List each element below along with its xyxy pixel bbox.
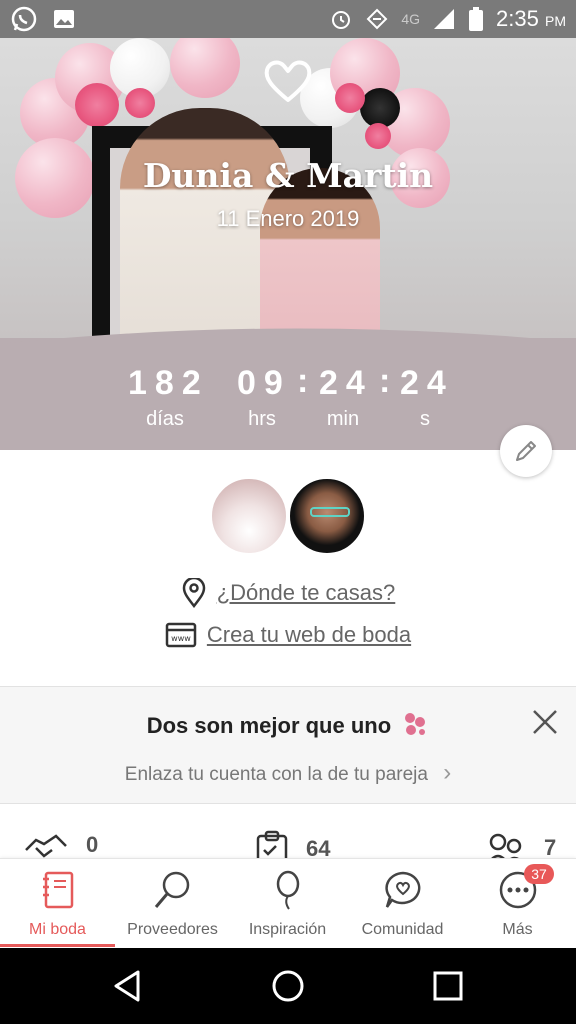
promo-title: Dos son mejor que uno xyxy=(0,711,576,739)
countdown-seconds: 24 xyxy=(400,364,454,402)
countdown-separator: : xyxy=(379,362,391,400)
countdown-seconds-label: s xyxy=(420,408,430,430)
signal-icon xyxy=(434,9,455,29)
recents-icon[interactable] xyxy=(428,966,468,1006)
hero-section: Dunia & Martin 11 Enero 2019 182 09 : 24… xyxy=(0,38,576,450)
avatar-partner-1[interactable] xyxy=(209,476,289,556)
system-nav-bar xyxy=(0,948,576,1024)
heart-logo-icon xyxy=(264,60,312,102)
notebook-icon xyxy=(43,871,74,909)
battery-icon xyxy=(469,7,484,31)
countdown-hours: 09 xyxy=(237,364,291,402)
home-icon[interactable] xyxy=(268,966,308,1006)
wedding-date: 11 Enero 2019 xyxy=(216,206,360,231)
web-link[interactable]: www Crea tu web de boda xyxy=(0,622,576,648)
bottom-nav: Mi boda Proveedores Inspiración Comunida… xyxy=(0,858,576,948)
stat-vendors-hired[interactable]: 0 xyxy=(22,830,98,860)
countdown-days-label: días xyxy=(146,408,184,430)
data-saver-icon xyxy=(366,8,388,30)
nav-inspiracion[interactable]: Inspiración xyxy=(230,859,345,949)
countdown-separator: : xyxy=(297,362,309,400)
nav-comunidad[interactable]: Comunidad xyxy=(345,859,460,949)
chat-heart-icon xyxy=(385,871,421,908)
pencil-icon xyxy=(516,441,536,461)
where-link-label[interactable]: ¿Dónde te casas? xyxy=(217,580,396,606)
nav-mas[interactable]: 37 Más xyxy=(460,859,575,949)
svg-text:www: www xyxy=(171,634,191,643)
where-link[interactable]: ¿Dónde te casas? xyxy=(0,578,576,608)
website-icon: www xyxy=(165,622,197,648)
nav-mi-boda[interactable]: Mi boda xyxy=(0,859,115,949)
avatar-partner-2[interactable] xyxy=(287,476,367,556)
back-icon[interactable] xyxy=(108,966,148,1006)
status-bar: 4G 2:35 PM xyxy=(0,0,576,38)
network-type: 4G xyxy=(401,11,421,27)
nav-proveedores[interactable]: Proveedores xyxy=(115,859,230,949)
notification-badge: 37 xyxy=(524,864,554,884)
countdown-minutes-label: min xyxy=(326,408,360,430)
countdown-minutes: 24 xyxy=(319,364,373,402)
balloon-icon xyxy=(276,870,300,910)
couple-name: Dunia & Martin xyxy=(142,156,434,195)
promo-link[interactable]: Enlaza tu cuenta con la de tu pareja › xyxy=(0,759,576,787)
whatsapp-icon xyxy=(11,6,37,32)
chevron-right-icon: › xyxy=(443,759,452,786)
magnifier-icon xyxy=(154,871,190,908)
edit-button[interactable] xyxy=(500,425,552,477)
countdown-days: 182 xyxy=(128,364,209,402)
handshake-icon xyxy=(25,834,67,858)
location-pin-icon xyxy=(182,578,205,608)
close-icon[interactable] xyxy=(530,707,560,737)
hearts-icon xyxy=(405,713,426,735)
stats-row: 0 64 7 xyxy=(0,820,576,868)
image-icon xyxy=(54,10,74,28)
countdown-hours-label: hrs xyxy=(248,408,276,430)
web-link-label[interactable]: Crea tu web de boda xyxy=(207,622,411,648)
alarm-icon xyxy=(332,11,351,29)
status-time: 2:35 PM xyxy=(496,6,566,31)
partner-promo-card: Dos son mejor que uno Enlaza tu cuenta c… xyxy=(0,686,576,804)
